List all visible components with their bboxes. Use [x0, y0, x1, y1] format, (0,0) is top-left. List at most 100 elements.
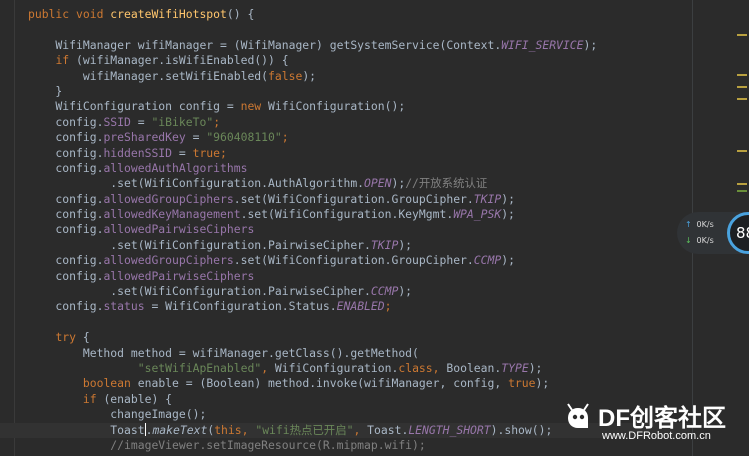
code-line[interactable]: config.allowedAuthAlgorithms — [28, 161, 597, 176]
code-token: Boolean. — [446, 360, 502, 375]
code-token: config. — [28, 130, 104, 145]
code-line[interactable]: WifiConfiguration config = new WifiConfi… — [28, 99, 597, 114]
code-editor[interactable]: public void createWifiHotspot() { WifiMa… — [0, 0, 749, 456]
code-token: changeImage(); — [28, 407, 207, 422]
code-line[interactable]: if (wifiManager.isWifiEnabled()) { — [28, 53, 597, 68]
upload-arrow-icon: ↑ — [685, 220, 692, 229]
code-line[interactable] — [28, 315, 597, 330]
code-token: LENGTH_SHORT — [408, 422, 491, 437]
code-line[interactable]: Toast.makeText(this, "wifi热点已开启", Toast.… — [28, 422, 597, 438]
code-token: if — [55, 53, 77, 68]
code-token: allowedKeyManagement — [103, 207, 241, 222]
code-line[interactable]: changeImage(); — [28, 407, 597, 422]
code-token: = — [130, 114, 152, 129]
code-token: "iBikeTo" — [151, 114, 214, 129]
scroll-marker — [737, 86, 747, 88]
code-token: } — [28, 83, 63, 98]
code-token: config. — [28, 191, 104, 206]
code-token: ; — [281, 130, 289, 145]
code-token: WifiConfiguration(); — [268, 99, 406, 114]
code-token: ); — [535, 376, 550, 391]
code-line[interactable]: public void createWifiHotspot() { — [28, 7, 597, 22]
code-line[interactable]: .set(WifiConfiguration.PairwiseCipher.TK… — [28, 238, 597, 253]
code-line[interactable] — [28, 22, 597, 37]
code-token: this — [214, 422, 242, 437]
code-token: , — [353, 422, 368, 437]
upload-speed: 0K/s — [696, 220, 714, 229]
code-token: config. — [28, 222, 104, 237]
code-line[interactable]: try { — [28, 330, 597, 345]
code-token: config. — [28, 145, 104, 160]
code-line[interactable]: config.preSharedKey = "960408110"; — [28, 130, 597, 145]
code-line[interactable]: Method method = wifiManager.getClass().g… — [28, 346, 597, 361]
code-token: config. — [28, 207, 104, 222]
code-line[interactable]: config.allowedPairwiseCiphers — [28, 269, 597, 284]
code-token: ); — [528, 360, 543, 375]
code-token: try — [55, 330, 83, 345]
code-token: allowedPairwiseCiphers — [103, 268, 255, 283]
code-token: allowedGroupCiphers — [103, 253, 234, 268]
code-line[interactable]: .set(WifiConfiguration.AuthAlgorithm.OPE… — [28, 176, 597, 191]
code-token: status — [103, 299, 145, 314]
code-token: wifiManager.setWifiEnabled( — [28, 68, 269, 83]
code-token: .set(WifiConfiguration.PairwiseCipher. — [28, 237, 371, 252]
code-token: .set(WifiConfiguration.KeyMgmt. — [240, 207, 454, 222]
indent-guide — [14, 0, 15, 456]
code-line[interactable]: config.hiddenSSID = true; — [28, 146, 597, 161]
code-token: ; — [220, 145, 227, 160]
code-token: allowedGroupCiphers — [103, 191, 234, 206]
code-token: ); — [583, 37, 598, 52]
code-token: ); — [398, 284, 413, 299]
download-speed: 0K/s — [696, 236, 714, 245]
code-line[interactable]: .set(WifiConfiguration.PairwiseCipher.CC… — [28, 284, 597, 299]
code-token: TYPE — [501, 360, 529, 375]
code-token: config. — [28, 299, 104, 314]
code-line[interactable]: } — [28, 84, 597, 99]
code-line[interactable]: boolean enable = (Boolean) method.invoke… — [28, 376, 597, 391]
code-token: (enable) { — [103, 391, 173, 406]
code-line[interactable]: config.allowedGroupCiphers.set(WifiConfi… — [28, 192, 597, 207]
code-token: public void — [28, 7, 111, 21]
watermark-url: www.DFRobot.com.cn — [602, 430, 711, 442]
code-token: config. — [28, 114, 104, 129]
code-token: ENABLED — [336, 299, 385, 314]
code-token: WifiConfiguration config = — [28, 99, 241, 114]
code-token: new — [240, 99, 269, 114]
code-line[interactable]: "setWifiApEnabled", WifiConfiguration.cl… — [28, 361, 597, 376]
code-token: ); — [391, 176, 406, 191]
code-line[interactable]: if (enable) { — [28, 392, 597, 407]
code-token: WifiConfiguration. — [274, 360, 399, 375]
code-token: boolean — [82, 376, 138, 391]
code-token: SSID — [103, 114, 131, 129]
code-line[interactable]: config.allowedPairwiseCiphers — [28, 222, 597, 237]
scroll-marker — [737, 190, 747, 192]
code-token: allowedAuthAlgorithms — [103, 160, 248, 175]
code-token: config. — [28, 253, 104, 268]
code-token: , — [241, 422, 256, 437]
code-line[interactable]: config.SSID = "iBikeTo"; — [28, 115, 597, 130]
code-token: config. — [28, 268, 104, 283]
code-token: () { — [226, 7, 255, 21]
code-token: .set(WifiConfiguration.PairwiseCipher. — [28, 284, 371, 299]
code-line[interactable]: config.allowedGroupCiphers.set(WifiConfi… — [28, 253, 597, 268]
code-line[interactable]: //imageViewer.setImageResource(R.mipmap.… — [28, 438, 597, 453]
code-area[interactable]: public void createWifiHotspot() { WifiMa… — [28, 7, 597, 453]
code-line[interactable]: WifiManager wifiManager = (WifiManager) … — [28, 38, 597, 53]
code-token: enable = (Boolean) method.invoke(wifiMan… — [137, 376, 509, 391]
code-token: OPEN — [364, 176, 392, 191]
code-token: createWifiHotspot — [110, 7, 227, 21]
code-line[interactable]: config.allowedKeyManagement.set(WifiConf… — [28, 207, 597, 222]
code-token: TKIP — [473, 191, 502, 206]
code-token: ); — [501, 207, 515, 222]
scroll-marker — [737, 34, 747, 36]
code-line[interactable]: wifiManager.setWifiEnabled(false); — [28, 69, 597, 84]
code-token: allowedPairwiseCiphers — [103, 222, 255, 237]
code-token: ).show(); — [490, 422, 553, 437]
download-arrow-icon: ↓ — [685, 236, 692, 245]
gauge-value: 88 — [736, 224, 749, 242]
code-token: WPA_PSK — [453, 207, 502, 222]
code-line[interactable]: config.status = WifiConfiguration.Status… — [28, 299, 597, 314]
code-token: makeText — [152, 422, 208, 437]
